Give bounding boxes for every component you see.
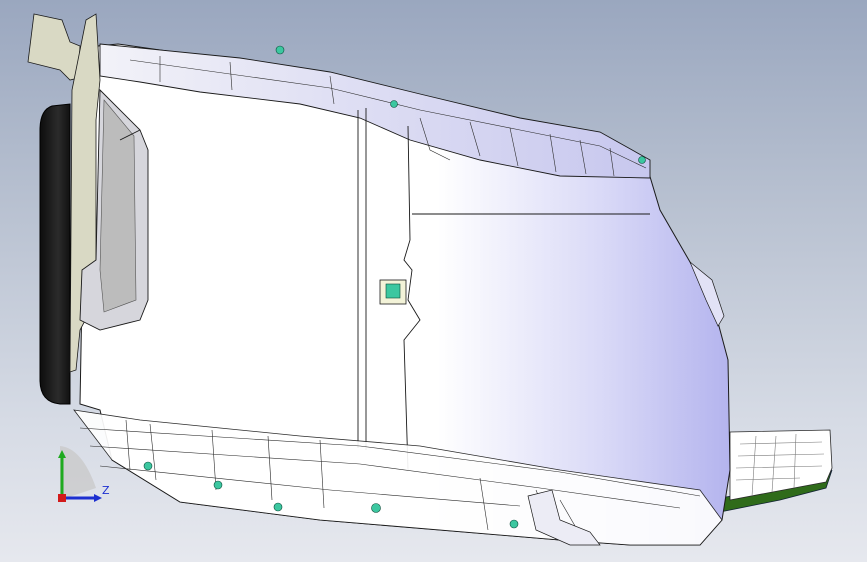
- rubber-seal: [39, 103, 71, 405]
- fastener: [143, 461, 153, 471]
- fastener: [638, 156, 646, 164]
- fastener: [390, 100, 398, 108]
- fastener: [509, 519, 519, 529]
- fastener: [371, 503, 381, 513]
- axis-triad: [58, 446, 102, 502]
- triad-backdrop: [60, 446, 96, 500]
- triad-origin: [58, 494, 66, 502]
- cad-model[interactable]: [0, 0, 867, 562]
- 3d-viewport[interactable]: Z: [0, 0, 867, 562]
- z-axis-label: Z: [102, 484, 110, 497]
- left-bracket: [27, 13, 81, 81]
- window-inner: [99, 99, 137, 313]
- fastener: [275, 45, 285, 55]
- x-axis-arrow: [94, 494, 102, 502]
- fastener: [273, 502, 283, 512]
- fastener: [213, 480, 223, 490]
- mid-clip: [379, 279, 407, 305]
